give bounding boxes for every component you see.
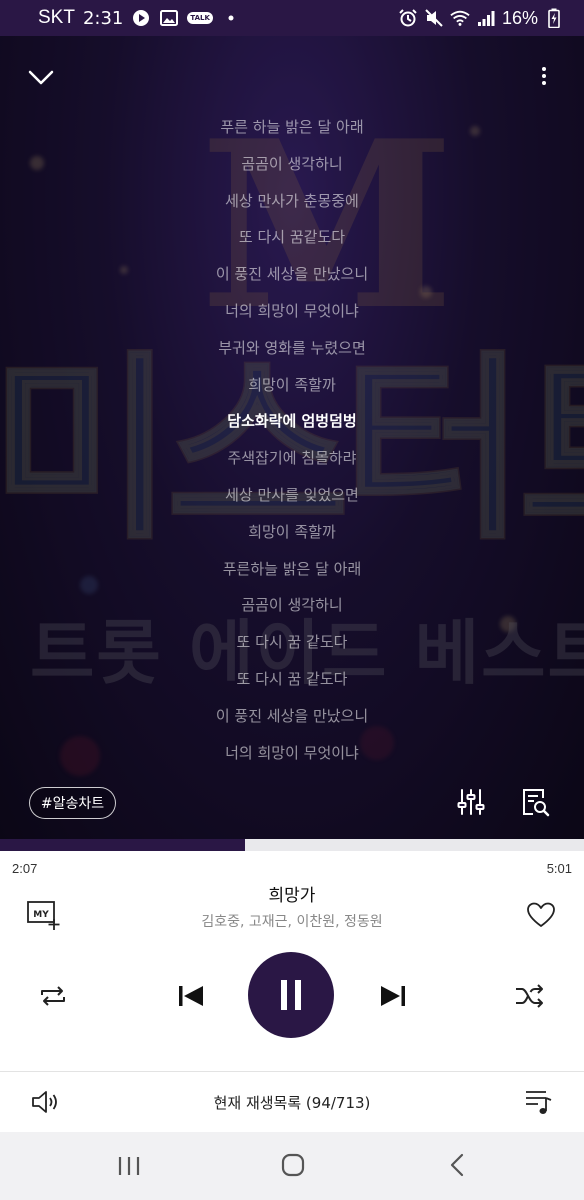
battery-charging-icon: [544, 8, 564, 28]
lyric-line: 세상 만사를 잊었으면: [225, 485, 359, 504]
shuffle-button[interactable]: [514, 983, 546, 1009]
lyric-line: 푸른 하늘 밝은 달 아래: [220, 118, 364, 136]
current-time: 2:07: [12, 861, 38, 876]
carrier-label: SKT: [38, 7, 75, 28]
lyric-line: 너의 희망이 무엇이냐: [225, 743, 359, 762]
play-notification-icon: [131, 8, 151, 28]
pause-icon: [281, 980, 301, 1010]
equalizer-button[interactable]: [455, 786, 487, 818]
status-bar: SKT 2:31 TALK 16%: [0, 0, 584, 36]
chevron-down-icon: [28, 70, 54, 85]
skip-next-icon: [381, 986, 405, 1006]
status-left: SKT 2:31 TALK: [38, 7, 241, 29]
back-icon: [450, 1153, 464, 1177]
recent-apps-icon: [118, 1157, 140, 1175]
current-playlist-button[interactable]: 현재 재생목록 (94/713): [0, 1092, 584, 1113]
song-title: 희망가: [268, 886, 316, 906]
lyric-search-icon: [523, 789, 550, 817]
lyric-line: 너의 희망이 무엇이냐: [225, 301, 359, 320]
song-artists[interactable]: 김호중, 고재근, 이찬원, 정동원: [0, 911, 584, 931]
lyric-line: 곰곰이 생각하니: [241, 596, 343, 615]
more-vertical-icon: [542, 67, 546, 85]
heart-icon: [527, 902, 555, 927]
home-button[interactable]: [280, 1152, 306, 1178]
lyrics-list[interactable]: 푸른 하늘 밝은 달 아래 곰곰이 생각하니 세상 만사가 춘몽중에 또 다시 꿈같도…: [0, 109, 584, 771]
status-right: 16%: [398, 8, 564, 29]
skip-previous-icon: [179, 986, 203, 1006]
queue-music-icon: [526, 1091, 552, 1114]
alarm-icon: [398, 8, 418, 28]
more-options-button[interactable]: [534, 60, 554, 94]
lyric-search-button[interactable]: [519, 786, 551, 818]
lyric-line: 또 다시 꿈같도다: [238, 228, 346, 247]
lyric-line: 푸른하늘 밝은 달 아래: [222, 559, 362, 578]
system-navigation-bar: [0, 1132, 584, 1200]
lyric-line: 또 다시 꿈 같도다: [236, 633, 348, 652]
gallery-notification-icon: [159, 8, 179, 28]
queue-button[interactable]: [524, 1088, 554, 1116]
lyric-line: 희망이 족할까: [248, 522, 336, 541]
repeat-button[interactable]: [38, 983, 68, 1009]
seek-bar[interactable]: [0, 839, 584, 851]
seek-bar-fill: [0, 839, 246, 851]
lyric-line: 부귀와 영화를 누렸으면: [218, 338, 366, 357]
tag-chip-button[interactable]: #알송차트: [29, 787, 116, 819]
player-panel: 2:07 5:01 MY 희망가 김호중, 고재근, 이찬원, 정동원: [0, 851, 584, 1071]
more-notifications-icon: [221, 8, 241, 28]
kakaotalk-notification-icon: TALK: [187, 12, 213, 24]
recent-apps-button[interactable]: [116, 1154, 142, 1178]
album-art-lyrics-area[interactable]: M 미스터트롯 트롯 에이드 베스트 푸른 하늘 밝은 달 아래곰곰이 생각하니…: [0, 36, 584, 839]
like-button[interactable]: [526, 901, 556, 929]
back-button[interactable]: [446, 1152, 468, 1178]
lyric-line: 희망이 족할까: [248, 375, 336, 394]
status-time: 2:31: [82, 7, 124, 29]
playlist-bar: 현재 재생목록 (94/713): [0, 1072, 584, 1132]
wifi-icon: [450, 8, 470, 28]
shuffle-icon: [516, 984, 543, 1008]
home-icon: [281, 1153, 305, 1177]
pause-button[interactable]: [248, 952, 334, 1038]
lyric-line: 또 다시 꿈 같도다: [236, 669, 348, 688]
collapse-button[interactable]: [24, 60, 58, 94]
signal-icon: [476, 8, 496, 28]
battery-percent: 16%: [501, 7, 538, 28]
next-track-button[interactable]: [378, 983, 408, 1009]
previous-track-button[interactable]: [176, 983, 206, 1009]
equalizer-icon: [457, 789, 485, 815]
lyric-line: 이 풍진 세상을 만났으니: [215, 265, 369, 284]
total-time: 5:01: [546, 861, 572, 876]
lyric-line: 곰곰이 생각하니: [241, 154, 343, 173]
lyric-line: 세상 만사가 춘몽중에: [225, 191, 359, 210]
repeat-icon: [41, 986, 65, 1006]
mute-icon: [424, 8, 444, 28]
lyric-line: 주색잡기에 침몰하랴: [227, 449, 357, 468]
lyric-line-current: 담소화락에 엄벙덤벙: [227, 412, 357, 431]
lyric-line: 이 풍진 세상을 만났으니: [215, 706, 369, 725]
